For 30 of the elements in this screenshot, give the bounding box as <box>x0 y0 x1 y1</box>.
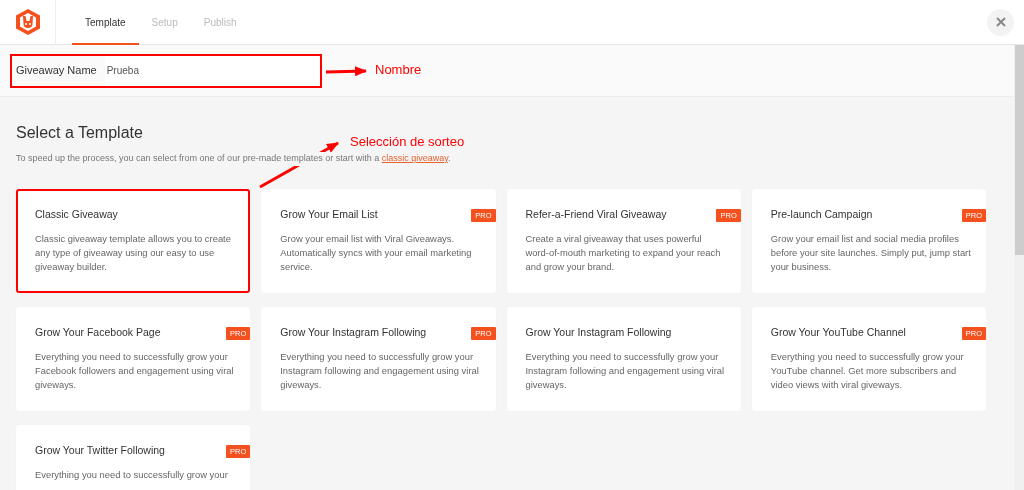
card-description: Everything you need to successfully grow your YouTube channel. Get more subscribers and video views with viral giveways. <box>770 350 965 393</box>
annotation-label: Selección de sorteo <box>350 135 465 148</box>
card-title: Grow Your Instagram Following <box>525 324 672 340</box>
card-description: Create a viral giveaway that uses powerful word-of-mouth marketing to expand your reach and grow your brand. <box>525 232 722 275</box>
card-title: Pre-launch Campaign <box>770 206 873 222</box>
card-description: Everything you need to successfully grow your Instagram following and engagement using viral giveways. <box>280 350 480 393</box>
card-description: Grow your email list and social media profiles before your site launches. Simply put, jump start your business. <box>770 232 972 275</box>
card-title: Grow Your Twitter Following <box>35 442 165 458</box>
section-heading: Select a Template <box>16 123 143 143</box>
card-description: Grow your email list with Viral Giveaways. Automatically syncs with your email marketing service. <box>280 232 473 275</box>
card-description: Everything you need to successfully grow your Facebook followers and engagement using viral giveways. <box>35 350 235 393</box>
card-title: Grow Your Instagram Following <box>280 324 427 340</box>
card-description: Everything you need to successfully grow your Instagram following and engagement using viral giveways. <box>525 350 726 393</box>
template-card[interactable]: Grow Your Instagram Following Everything you need to successfully grow your Instagram following and engagement using viral giveways. <box>506 306 741 411</box>
card-description: Classic giveaway template allows you to create any type of giveaway using our easy to use giveaway builder. <box>35 232 232 275</box>
bunny-logo-icon <box>14 8 41 36</box>
field-label: Giveaway Name <box>15 63 98 79</box>
close-button[interactable] <box>987 8 1014 36</box>
card-description: Everything you need to successfully grow your <box>35 468 229 483</box>
close-icon <box>995 17 1006 27</box>
annotation-label: Nombre <box>375 63 422 76</box>
card-title: Grow Your Email List <box>280 206 378 222</box>
card-title: Classic Giveaway <box>35 206 118 222</box>
template-card[interactable]: Classic Giveaway Classic giveaway template allows you to create any type of giveaway using our easy to use giveaway builder. <box>16 188 251 293</box>
annotation-arrow <box>325 66 367 77</box>
input-field[interactable]: Prueba <box>104 55 320 86</box>
intro-text: To speed up the process, you can select from one of our pre-made templates or start with a classic giveaway. <box>16 152 451 166</box>
card-title: Grow Your Facebook Page <box>35 324 161 340</box>
card-title: Grow Your YouTube Channel <box>770 324 906 340</box>
card-title: Refer-a-Friend Viral Giveaway <box>525 206 667 222</box>
